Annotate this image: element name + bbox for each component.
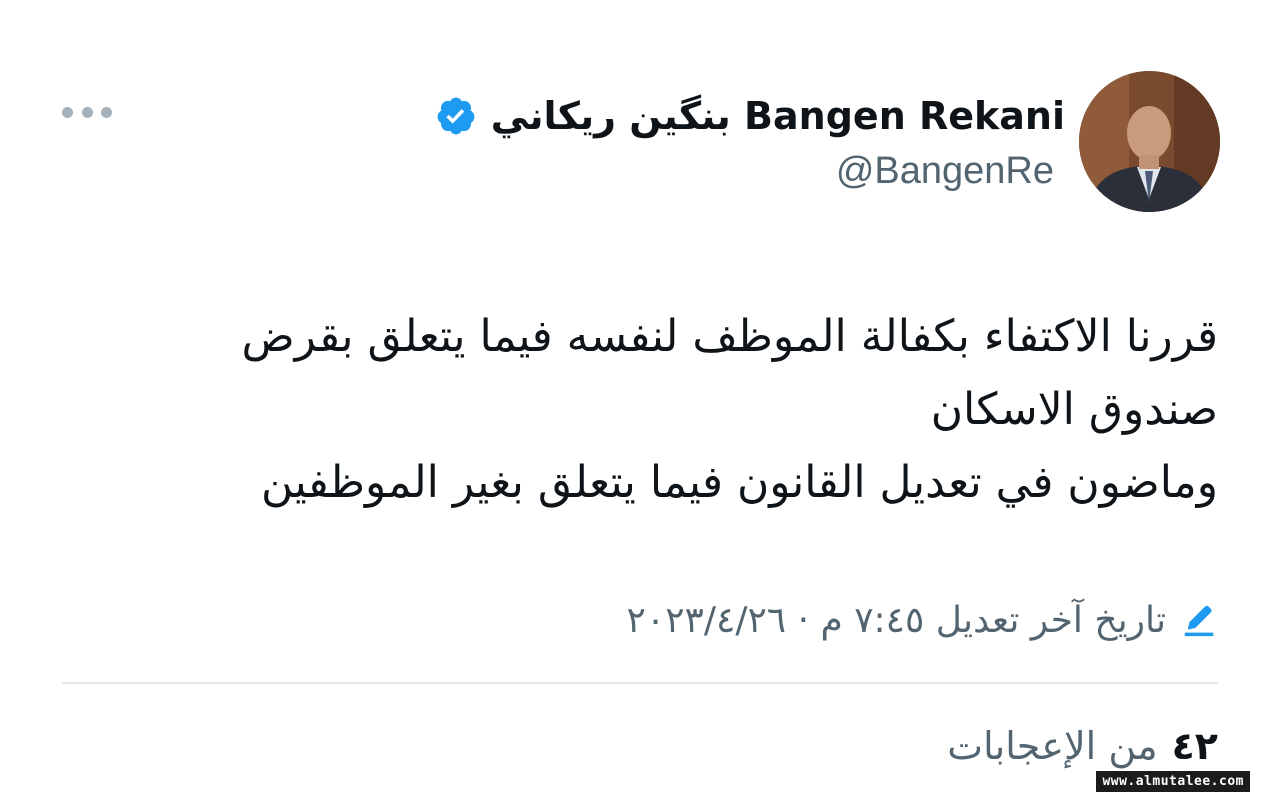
- tweet-text: قررنا الاكتفاء بكفالة الموظف لنفسه فيما …: [140, 300, 1218, 519]
- author-display-name: بنگين ريكاني Bangen Rekani: [490, 94, 1065, 138]
- author-name-row[interactable]: بنگين ريكاني Bangen Rekani: [435, 88, 1065, 144]
- likes-label: من الإعجابات: [947, 724, 1158, 768]
- last-edited-text: تاريخ آخر تعديل ٧:٤٥ م · ٢٠٢٣/٤/٢٦: [626, 599, 1166, 641]
- verified-badge-icon: [437, 97, 475, 135]
- tweet-screenshot: بنگين ريكاني Bangen Rekani @BangenRe قرر…: [0, 0, 1280, 804]
- pencil-icon: [1184, 605, 1214, 637]
- more-options-button[interactable]: [62, 100, 112, 124]
- divider: [62, 682, 1218, 684]
- more-dot-icon: [62, 106, 73, 118]
- avatar-photo-icon: [1079, 71, 1220, 212]
- likes-count: ٤٢: [1171, 724, 1218, 768]
- tweet-line: وماضون في تعديل القانون فيما يتعلق بغير …: [261, 457, 1218, 508]
- last-edited-row[interactable]: تاريخ آخر تعديل ٧:٤٥ م · ٢٠٢٣/٤/٢٦: [627, 592, 1218, 648]
- tweet-line: صندوق الاسكان: [930, 384, 1218, 435]
- likes-row[interactable]: ٤٢ من الإعجابات: [947, 718, 1218, 774]
- watermark: www.almutalee.com: [1096, 771, 1250, 792]
- author-handle[interactable]: @BangenRe: [836, 150, 1054, 193]
- avatar[interactable]: [1079, 71, 1220, 212]
- more-dot-icon: [101, 106, 112, 118]
- more-dot-icon: [81, 106, 93, 118]
- tweet-line: قررنا الاكتفاء بكفالة الموظف لنفسه فيما …: [241, 311, 1218, 362]
